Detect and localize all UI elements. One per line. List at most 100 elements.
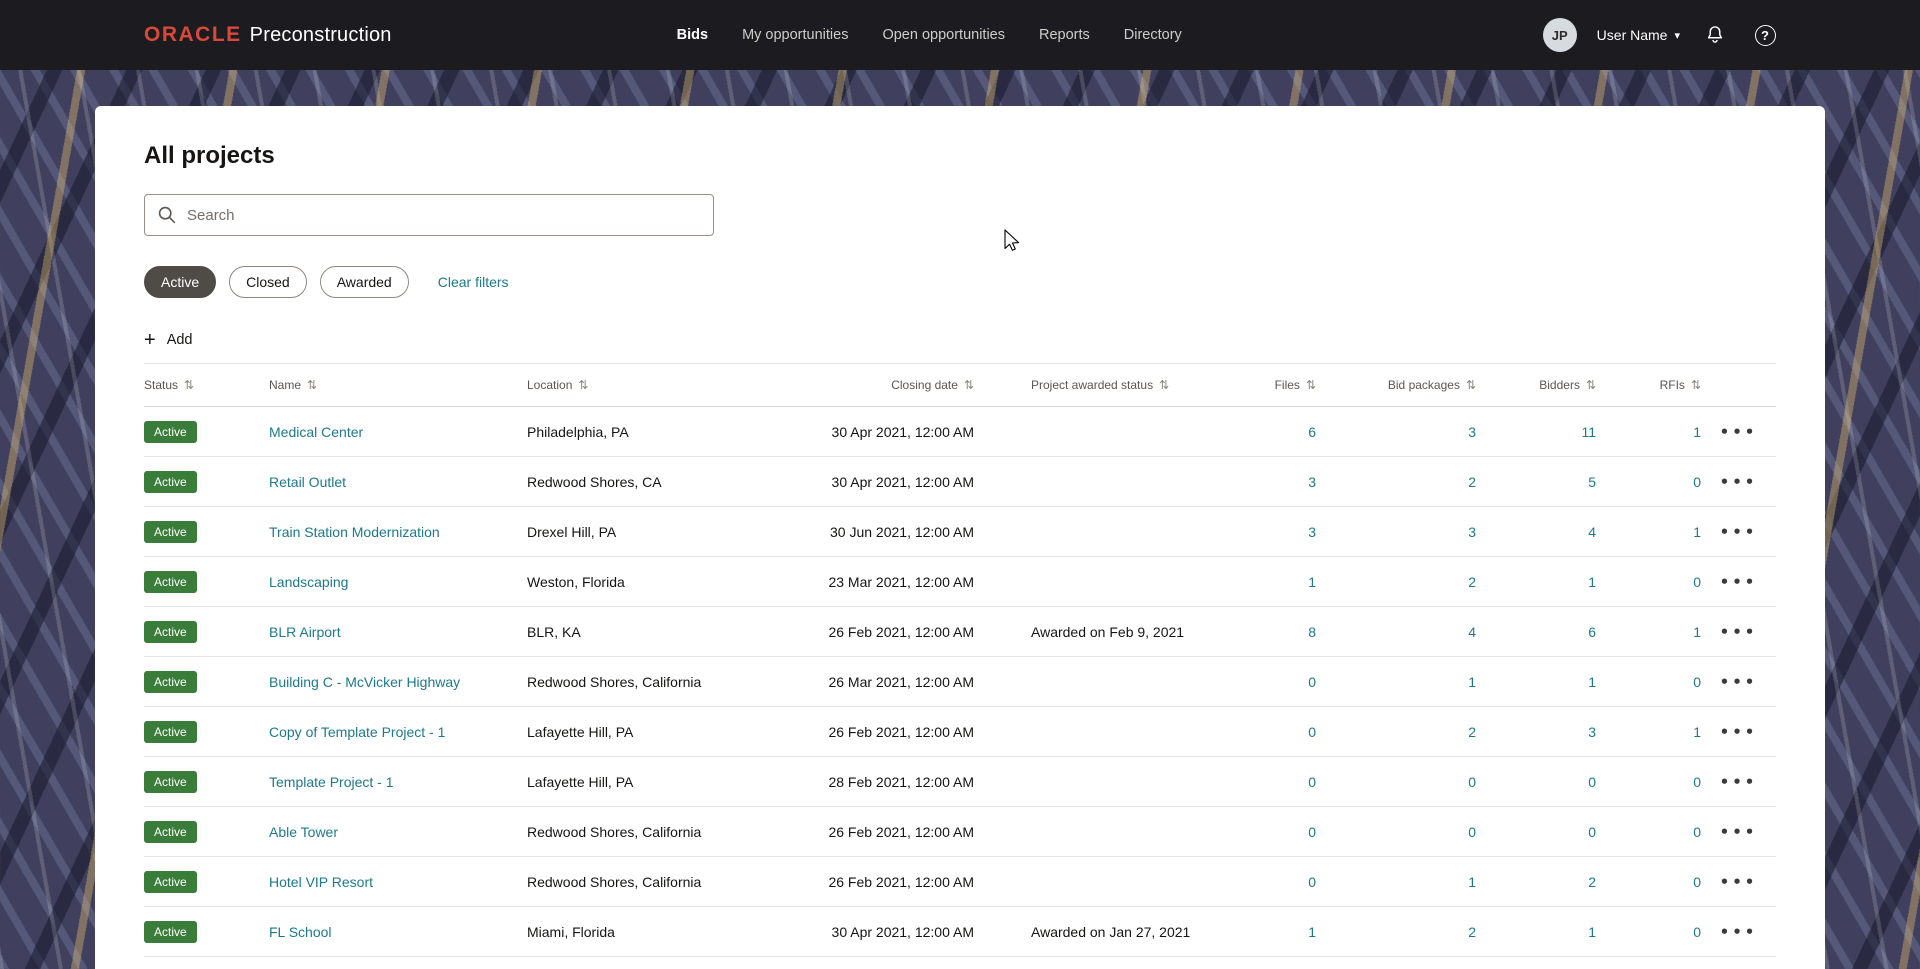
- bidders-count-link[interactable]: 11: [1581, 424, 1596, 440]
- files-count-link[interactable]: 8: [1308, 624, 1316, 640]
- sort-icon[interactable]: ⇅: [1466, 378, 1476, 392]
- actions-cell: •••: [1701, 523, 1776, 541]
- row-actions-button[interactable]: •••: [1720, 573, 1758, 591]
- nav-item-directory[interactable]: Directory: [1124, 27, 1182, 43]
- rfis-count-link[interactable]: 0: [1693, 874, 1701, 890]
- bidders-count-link[interactable]: 4: [1588, 524, 1596, 540]
- user-avatar[interactable]: JP: [1542, 18, 1577, 52]
- rfis-count-link[interactable]: 0: [1693, 674, 1701, 690]
- project-name-link[interactable]: BLR Airport: [269, 624, 341, 640]
- clear-filters-link[interactable]: Clear filters: [438, 274, 509, 290]
- rfis-count-link[interactable]: 1: [1693, 724, 1701, 740]
- bidders-count-link[interactable]: 0: [1588, 824, 1596, 840]
- project-name-link[interactable]: FL School: [269, 924, 332, 940]
- sort-icon[interactable]: ⇅: [1586, 378, 1596, 392]
- nav-item-reports[interactable]: Reports: [1039, 27, 1090, 43]
- files-count-link[interactable]: 6: [1308, 424, 1316, 440]
- bidders-count-link[interactable]: 6: [1588, 624, 1596, 640]
- sort-icon[interactable]: ⇅: [307, 378, 317, 392]
- filter-chip-closed[interactable]: Closed: [229, 266, 307, 298]
- user-menu[interactable]: User Name ▾: [1597, 27, 1680, 43]
- bid-packages-count-link[interactable]: 3: [1468, 424, 1476, 440]
- bidders-count-link[interactable]: 1: [1588, 924, 1596, 940]
- files-count-link[interactable]: 0: [1308, 674, 1316, 690]
- bid-packages-count-link[interactable]: 2: [1468, 474, 1476, 490]
- filter-chip-active[interactable]: Active: [144, 266, 217, 298]
- project-name-link[interactable]: Medical Center: [269, 424, 363, 440]
- sort-icon[interactable]: ⇅: [578, 378, 588, 392]
- bidders-count-link[interactable]: 2: [1588, 874, 1596, 890]
- column-header-status[interactable]: Status ⇅: [144, 378, 269, 392]
- column-header-files[interactable]: Files ⇅: [1221, 378, 1316, 392]
- row-actions-button[interactable]: •••: [1720, 723, 1758, 741]
- files-count-link[interactable]: 1: [1308, 924, 1316, 940]
- row-actions-button[interactable]: •••: [1720, 473, 1758, 491]
- add-project-button[interactable]: + Add: [144, 330, 193, 350]
- project-name-link[interactable]: Building C - McVicker Highway: [269, 674, 460, 690]
- rfis-count-link[interactable]: 0: [1693, 824, 1701, 840]
- sort-icon[interactable]: ⇅: [964, 378, 974, 392]
- bidders-count-link[interactable]: 3: [1588, 724, 1596, 740]
- filter-chip-awarded[interactable]: Awarded: [319, 266, 409, 298]
- files-count-link[interactable]: 0: [1308, 874, 1316, 890]
- column-header-awarded-status[interactable]: Project awarded status ⇅: [987, 378, 1221, 392]
- notifications-button[interactable]: [1700, 20, 1730, 50]
- rfis-count-link[interactable]: 1: [1693, 424, 1701, 440]
- column-header-name[interactable]: Name ⇅: [269, 378, 527, 392]
- rfis-count-link[interactable]: 0: [1693, 774, 1701, 790]
- column-header-bidders[interactable]: Bidders ⇅: [1476, 378, 1596, 392]
- rfis-count-link[interactable]: 0: [1693, 924, 1701, 940]
- project-name-link[interactable]: Landscaping: [269, 574, 348, 590]
- nav-item-bids[interactable]: Bids: [677, 27, 708, 43]
- bid-packages-count-link[interactable]: 0: [1468, 774, 1476, 790]
- rfis-count-link[interactable]: 0: [1693, 574, 1701, 590]
- files-count-link[interactable]: 0: [1308, 724, 1316, 740]
- sort-icon[interactable]: ⇅: [1159, 378, 1169, 392]
- row-actions-button[interactable]: •••: [1720, 873, 1758, 891]
- rfis-count-link[interactable]: 0: [1693, 474, 1701, 490]
- row-actions-button[interactable]: •••: [1720, 623, 1758, 641]
- search-input[interactable]: [144, 194, 714, 236]
- bid-packages-count-link[interactable]: 2: [1468, 924, 1476, 940]
- bidders-count-link[interactable]: 1: [1588, 574, 1596, 590]
- files-count-link[interactable]: 3: [1308, 524, 1316, 540]
- bid-packages-count-link[interactable]: 1: [1468, 874, 1476, 890]
- files-count-link[interactable]: 0: [1308, 824, 1316, 840]
- bid-packages-count-link[interactable]: 1: [1468, 674, 1476, 690]
- bid-packages-count-link[interactable]: 3: [1468, 524, 1476, 540]
- column-header-bid-packages[interactable]: Bid packages ⇅: [1316, 378, 1476, 392]
- bid-packages-count-link[interactable]: 2: [1468, 574, 1476, 590]
- files-count-link[interactable]: 1: [1308, 574, 1316, 590]
- project-name-link[interactable]: Template Project - 1: [269, 774, 394, 790]
- rfis-count-link[interactable]: 1: [1693, 624, 1701, 640]
- column-header-location[interactable]: Location ⇅: [527, 378, 817, 392]
- project-name-link[interactable]: Copy of Template Project - 1: [269, 724, 445, 740]
- bid-packages-count-link[interactable]: 4: [1468, 624, 1476, 640]
- project-name-link[interactable]: Retail Outlet: [269, 474, 346, 490]
- row-actions-button[interactable]: •••: [1720, 923, 1758, 941]
- project-name-link[interactable]: Train Station Modernization: [269, 524, 440, 540]
- sort-icon[interactable]: ⇅: [1306, 378, 1316, 392]
- sort-icon[interactable]: ⇅: [184, 378, 194, 392]
- files-count-link[interactable]: 0: [1308, 774, 1316, 790]
- rfis-count-link[interactable]: 1: [1693, 524, 1701, 540]
- project-name-link[interactable]: Able Tower: [269, 824, 338, 840]
- bidders-count-link[interactable]: 0: [1588, 774, 1596, 790]
- column-header-closing-date[interactable]: Closing date ⇅: [817, 378, 987, 392]
- help-button[interactable]: ?: [1750, 20, 1780, 50]
- bidders-count-link[interactable]: 5: [1588, 474, 1596, 490]
- sort-icon[interactable]: ⇅: [1691, 378, 1701, 392]
- column-header-rfis[interactable]: RFIs ⇅: [1596, 378, 1701, 392]
- nav-item-my-opportunities[interactable]: My opportunities: [742, 27, 848, 43]
- row-actions-button[interactable]: •••: [1720, 773, 1758, 791]
- bidders-count-link[interactable]: 1: [1588, 674, 1596, 690]
- row-actions-button[interactable]: •••: [1720, 523, 1758, 541]
- row-actions-button[interactable]: •••: [1720, 673, 1758, 691]
- files-count-link[interactable]: 3: [1308, 474, 1316, 490]
- bid-packages-count-link[interactable]: 0: [1468, 824, 1476, 840]
- nav-item-open-opportunities[interactable]: Open opportunities: [882, 27, 1005, 43]
- row-actions-button[interactable]: •••: [1720, 823, 1758, 841]
- row-actions-button[interactable]: •••: [1720, 423, 1758, 441]
- bid-packages-count-link[interactable]: 2: [1468, 724, 1476, 740]
- project-name-link[interactable]: Hotel VIP Resort: [269, 874, 373, 890]
